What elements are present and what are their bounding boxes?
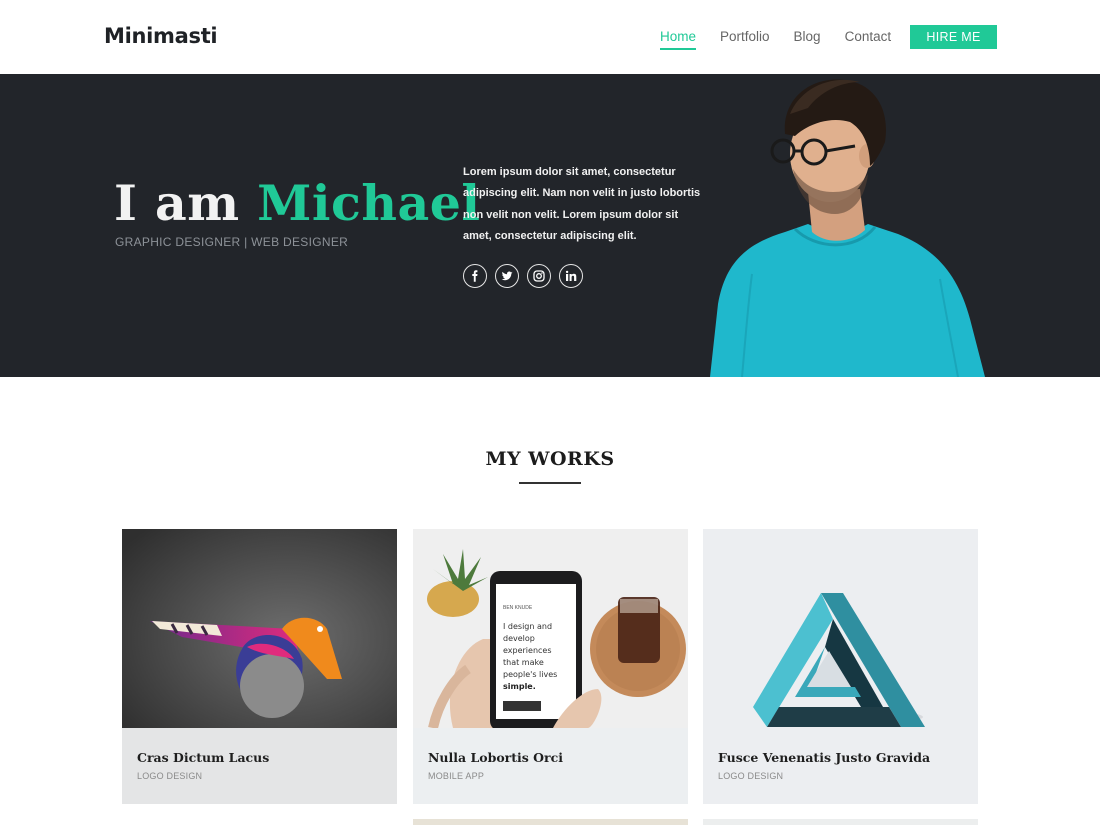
bird-logo-thumbnail bbox=[122, 529, 397, 728]
works-section-title: MY WORKS bbox=[485, 448, 615, 470]
site-logo[interactable]: Minimasti bbox=[104, 24, 218, 48]
hero-section: I am Michael GRAPHIC DESIGNER | WEB DESI… bbox=[0, 74, 1100, 377]
nav-home[interactable]: Home bbox=[660, 29, 697, 50]
phone-photo-thumbnail: BEN KNUDE I design and develop experienc… bbox=[413, 529, 688, 728]
hero-subtitle: GRAPHIC DESIGNER | WEB DESIGNER bbox=[115, 235, 349, 249]
phone-screen-text-1: I design and bbox=[503, 622, 552, 631]
next-card-peek bbox=[703, 819, 978, 825]
site-header: Minimasti Home Portfolio Blog Contact HI… bbox=[0, 0, 1100, 74]
card-title[interactable]: Fusce Venenatis Justo Gravida bbox=[718, 750, 930, 765]
phone-screen-text-3: experiences bbox=[503, 646, 552, 655]
hero-title: I am Michael bbox=[114, 174, 481, 232]
hero-title-name: Michael bbox=[257, 174, 481, 232]
nav-contact[interactable]: Contact bbox=[845, 29, 892, 50]
phone-screen-text-6: simple. bbox=[503, 682, 536, 691]
card-category: LOGO DESIGN bbox=[137, 771, 203, 781]
card-title[interactable]: Cras Dictum Lacus bbox=[137, 750, 269, 765]
main-nav: Home Portfolio Blog Contact bbox=[660, 29, 915, 50]
nav-portfolio[interactable]: Portfolio bbox=[720, 29, 770, 50]
card-category: MOBILE APP bbox=[428, 771, 485, 781]
hero-description: Lorem ipsum dolor sit amet, consectetur … bbox=[463, 166, 701, 242]
card-title[interactable]: Nulla Lobortis Orci bbox=[428, 750, 563, 765]
hero-title-prefix: I am bbox=[114, 174, 240, 232]
title-divider bbox=[519, 482, 581, 484]
card-caption: Fusce Venenatis Justo Gravida LOGO DESIG… bbox=[703, 728, 978, 804]
card-caption: Nulla Lobortis Orci MOBILE APP bbox=[413, 728, 688, 804]
nav-blog[interactable]: Blog bbox=[794, 29, 821, 50]
card-caption: Cras Dictum Lacus LOGO DESIGN bbox=[122, 728, 397, 804]
phone-screen-text-5: people's lives bbox=[503, 670, 557, 679]
linkedin-icon[interactable] bbox=[559, 264, 583, 288]
hero-portrait bbox=[710, 79, 985, 377]
phone-screen-text-2: develop bbox=[503, 634, 535, 643]
work-card[interactable]: BEN KNUDE I design and develop experienc… bbox=[413, 529, 688, 804]
work-card[interactable]: Fusce Venenatis Justo Gravida LOGO DESIG… bbox=[703, 529, 978, 804]
instagram-icon[interactable] bbox=[527, 264, 551, 288]
phone-screen-brand: BEN KNUDE bbox=[503, 605, 533, 611]
next-card-peek bbox=[413, 819, 688, 825]
card-category: LOGO DESIGN bbox=[718, 771, 784, 781]
phone-screen-text-4: that make bbox=[503, 658, 544, 667]
twitter-icon[interactable] bbox=[495, 264, 519, 288]
triangle-logo-thumbnail bbox=[703, 529, 978, 728]
facebook-icon[interactable] bbox=[463, 264, 487, 288]
work-card[interactable]: Cras Dictum Lacus LOGO DESIGN bbox=[122, 529, 397, 804]
social-links bbox=[463, 264, 583, 288]
hire-me-button[interactable]: HIRE ME bbox=[910, 25, 997, 49]
